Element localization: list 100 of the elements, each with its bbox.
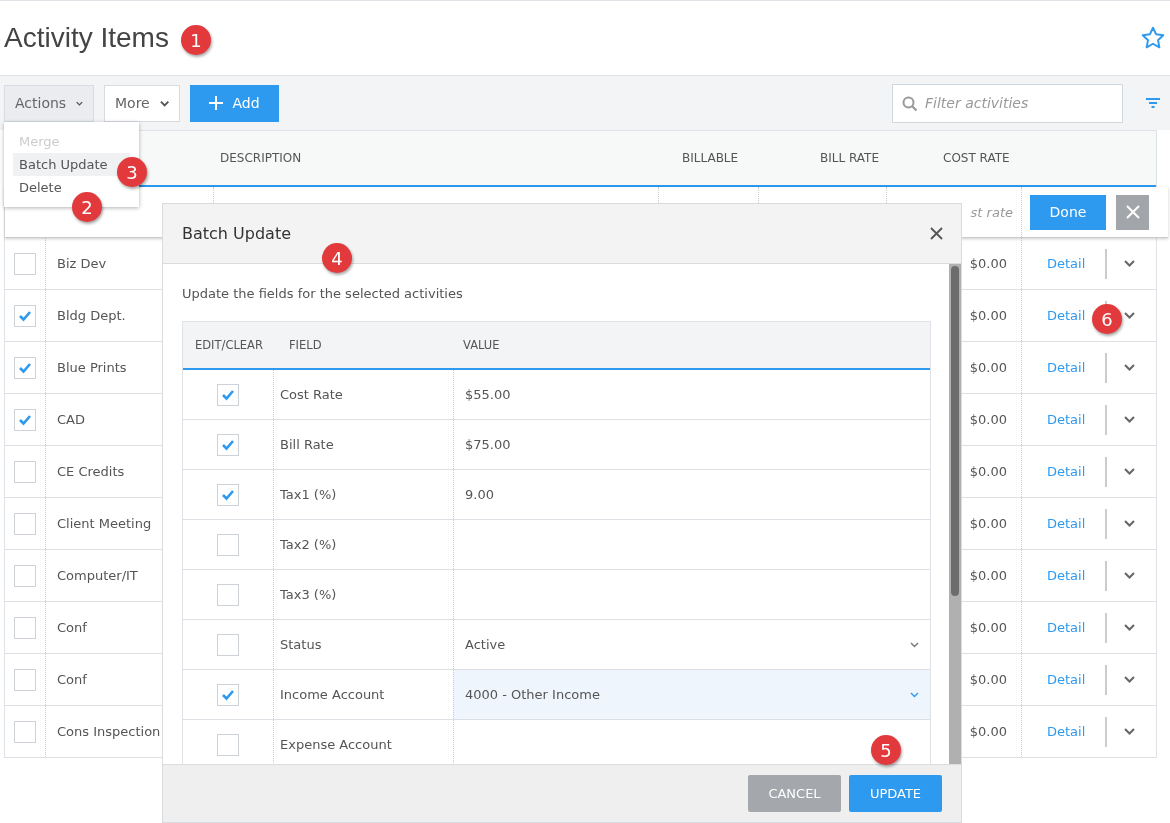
input-field[interactable]: $55.00 — [453, 370, 930, 419]
chevron-down-icon — [910, 641, 919, 648]
chevron-down-icon[interactable] — [1124, 572, 1136, 579]
chevron-down-icon[interactable] — [1124, 364, 1136, 371]
checkbox[interactable] — [14, 668, 36, 691]
select-field[interactable]: 4000 - Other Income — [453, 670, 930, 719]
detail-link[interactable]: Detail — [1047, 308, 1086, 323]
checkbox[interactable] — [14, 720, 36, 743]
chevron-down-icon[interactable] — [1124, 728, 1136, 735]
checkbox[interactable] — [14, 252, 36, 275]
detail-link[interactable]: Detail — [1047, 412, 1086, 427]
dialog-description: Update the fields for the selected activities — [182, 285, 464, 303]
checkbox[interactable] — [217, 483, 239, 506]
check-icon — [18, 361, 32, 374]
table-cell: $0.00 — [969, 256, 1007, 271]
checkbox[interactable] — [14, 408, 36, 431]
table-cell-text: CE Credits — [56, 464, 125, 479]
field-label: Cost Rate — [279, 387, 343, 402]
table-cell: $0.00 — [969, 412, 1007, 427]
menu-item[interactable]: Delete — [13, 176, 68, 199]
star-icon[interactable] — [1140, 25, 1166, 51]
detail-link[interactable]: Detail — [1047, 724, 1086, 739]
table-cell-text: Blue Prints — [56, 360, 127, 375]
chevron-down-icon[interactable] — [1124, 416, 1136, 423]
checkbox[interactable] — [217, 733, 239, 756]
table-cell-text: Bldg Dept. — [56, 308, 126, 323]
chevron-down-icon — [76, 99, 83, 107]
field-label: Bill Rate — [279, 437, 334, 452]
checkbox[interactable] — [217, 683, 239, 706]
filter-icon[interactable] — [1145, 97, 1161, 109]
field-label: Tax3 (%) — [279, 587, 337, 602]
add-button[interactable]: Add — [190, 84, 279, 122]
checkbox[interactable] — [217, 633, 239, 656]
checkbox[interactable] — [14, 616, 36, 639]
table-cell: $0.00 — [969, 672, 1007, 687]
done-button[interactable]: Done — [1030, 194, 1106, 230]
table-cell-text: Conf — [56, 672, 87, 687]
check-icon — [18, 413, 32, 426]
page-title: Activity Items — [4, 22, 169, 54]
callout-badge: 6 — [1092, 304, 1122, 334]
detail-link[interactable]: Detail — [1047, 672, 1086, 687]
callout-badge: 1 — [181, 25, 211, 55]
table-cell-text: Client Meeting — [56, 516, 152, 531]
close-icon — [1125, 205, 1140, 219]
scrollbar[interactable] — [949, 264, 961, 764]
plus-icon — [209, 96, 224, 110]
chevron-down-icon — [910, 691, 919, 698]
cancel-button[interactable]: CANCEL — [748, 775, 841, 812]
field-label: Status — [279, 637, 322, 652]
table-cell-text: Biz Dev — [56, 256, 107, 271]
table-cell-text: Conf — [56, 620, 87, 635]
search-icon — [902, 95, 918, 112]
checkbox[interactable] — [14, 512, 36, 535]
table-cell: $0.00 — [969, 568, 1007, 583]
checkbox[interactable] — [217, 533, 239, 556]
checkbox[interactable] — [14, 304, 36, 327]
detail-link[interactable]: Detail — [1047, 516, 1086, 531]
detail-link[interactable]: Detail — [1047, 360, 1086, 375]
chevron-down-icon[interactable] — [1124, 520, 1136, 527]
cancel-edit-button[interactable] — [1116, 194, 1149, 230]
column-header: BILLABLE — [682, 151, 739, 165]
checkbox[interactable] — [217, 383, 239, 406]
chevron-down-icon[interactable] — [1124, 468, 1136, 475]
table-cell: $0.00 — [969, 360, 1007, 375]
select-field[interactable]: Active — [453, 620, 930, 669]
column-header: VALUE — [463, 338, 500, 352]
chevron-down-icon[interactable] — [1124, 260, 1136, 267]
table-cell: $0.00 — [969, 724, 1007, 739]
check-icon — [18, 309, 32, 322]
detail-link[interactable]: Detail — [1047, 568, 1086, 583]
detail-link[interactable]: Detail — [1047, 256, 1086, 271]
close-icon[interactable] — [930, 227, 943, 240]
chevron-down-icon[interactable] — [1124, 624, 1136, 631]
checkbox[interactable] — [217, 583, 239, 606]
field-label: Tax1 (%) — [279, 487, 337, 502]
checkbox[interactable] — [217, 433, 239, 456]
checkbox[interactable] — [14, 460, 36, 483]
field-label: Expense Account — [279, 737, 392, 752]
input-field[interactable]: 9.00 — [453, 470, 930, 519]
field-label: Income Account — [279, 687, 385, 702]
input-field[interactable]: $75.00 — [453, 420, 930, 469]
table-cell: $0.00 — [969, 308, 1007, 323]
field-label: Tax2 (%) — [279, 537, 337, 552]
checkbox[interactable] — [14, 564, 36, 587]
check-icon — [221, 388, 235, 401]
table-cell-text: Cons Inspection — [56, 724, 161, 739]
column-header: FIELD — [288, 338, 322, 352]
column-header: DESCRIPTION — [220, 151, 302, 165]
update-button[interactable]: UPDATE — [849, 775, 942, 812]
detail-link[interactable]: Detail — [1047, 620, 1086, 635]
chevron-down-icon[interactable] — [1124, 676, 1136, 683]
actions-dropdown[interactable]: Actions — [4, 84, 94, 122]
table-cell: $0.00 — [969, 620, 1007, 635]
search-field[interactable]: Filter activities — [892, 83, 1123, 123]
detail-link[interactable]: Detail — [1047, 464, 1086, 479]
chevron-down-icon[interactable] — [1124, 312, 1136, 319]
column-header: BILL RATE — [820, 151, 879, 165]
check-icon — [221, 688, 235, 701]
more-dropdown[interactable]: More — [104, 84, 180, 122]
checkbox[interactable] — [14, 356, 36, 379]
